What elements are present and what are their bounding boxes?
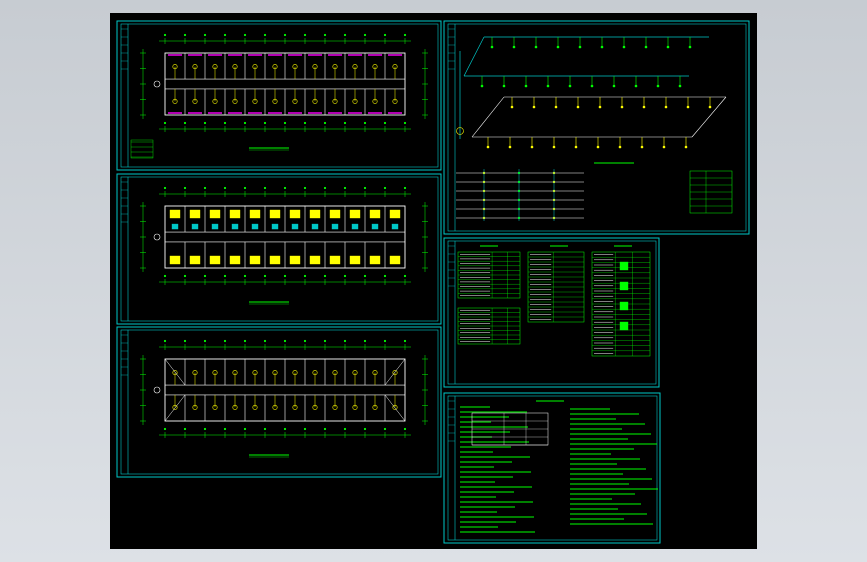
drawing-sheet	[116, 20, 750, 544]
floor-plan-middle	[116, 173, 442, 325]
cad-viewport[interactable]	[0, 0, 867, 562]
design-notes	[443, 392, 661, 544]
equipment-tables	[443, 237, 660, 388]
floor-plan-upper	[116, 20, 442, 171]
riser-diagram	[443, 20, 750, 235]
floor-plan-lower	[116, 326, 442, 478]
drawing-canvas[interactable]	[110, 13, 757, 549]
